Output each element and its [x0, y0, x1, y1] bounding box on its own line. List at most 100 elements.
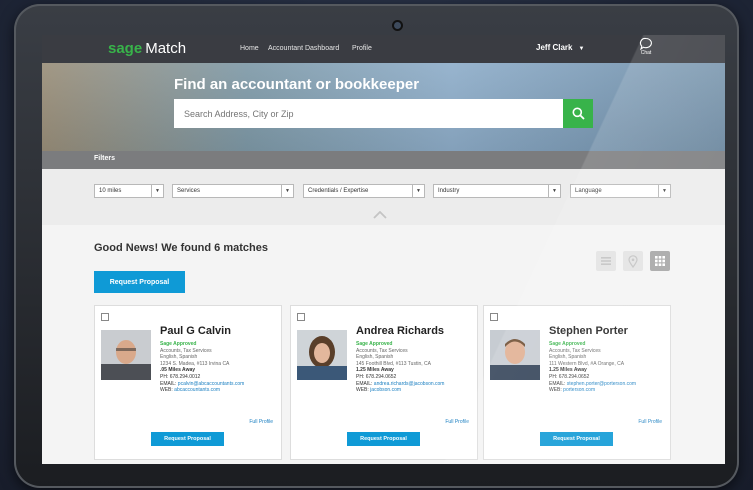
user-name: Jeff Clark	[536, 43, 573, 52]
card-request-proposal-button[interactable]: Request Proposal	[347, 432, 420, 446]
phone-label: PH:	[549, 373, 558, 380]
list-view-icon	[601, 257, 611, 265]
phone-label: PH:	[160, 373, 169, 380]
user-menu[interactable]: Jeff Clark ▼	[536, 43, 584, 52]
accountant-card: Andrea Richards Sage Approved Accounts, …	[290, 305, 478, 460]
full-profile-link[interactable]: Full Profile	[445, 419, 469, 425]
web-label: WEB:	[356, 387, 369, 394]
credentials-select[interactable]: Credentials / Expertise ▼	[303, 184, 425, 198]
languages: English, Spanish	[356, 354, 394, 361]
logo[interactable]: sage Match	[108, 40, 186, 57]
address: 111 Western Blvd, #A Orange, CA	[549, 360, 625, 367]
web-link[interactable]: jacobson.com	[370, 387, 401, 393]
services-select-value: Services	[177, 188, 201, 194]
web-link[interactable]: abcaccountants.com	[174, 387, 220, 393]
approved-badge: Sage Approved	[356, 341, 393, 347]
map-pin-icon	[628, 254, 638, 268]
accountant-name: Paul G Calvin	[160, 325, 231, 337]
services: Accounts, Tax Services	[549, 347, 601, 354]
chevron-down-icon: ▼	[658, 185, 670, 197]
email-label: EMAIL:	[356, 380, 373, 387]
distance-select[interactable]: 10 miles ▼	[94, 184, 164, 198]
phone: 678.294.0652	[365, 373, 397, 380]
request-proposal-button[interactable]: Request Proposal	[94, 271, 185, 293]
results-section: Good News! We found 6 matches Request Pr…	[42, 225, 725, 464]
email-link[interactable]: pcalvin@abcaccountants.com	[178, 381, 245, 387]
address: 1234 S. Madea, #113 Irvina CA	[160, 360, 230, 367]
language-select-value: Language	[575, 188, 602, 194]
filters-bar: Filters	[42, 151, 725, 169]
search-button[interactable]	[563, 99, 593, 128]
phone: 678.294.0652	[558, 373, 590, 380]
phone-label: PH:	[356, 373, 365, 380]
screen: sage Match Home Accountant Dashboard Prof…	[42, 35, 725, 464]
list-view-button[interactable]	[596, 251, 616, 271]
search-icon	[572, 107, 585, 120]
filters-label: Filters	[94, 155, 116, 162]
industry-select-value: Industry	[438, 188, 460, 194]
nav-link-home[interactable]: Home	[240, 45, 259, 52]
chat-label: Chat	[640, 50, 652, 56]
results-title: Good News! We found 6 matches	[94, 242, 268, 254]
hero-title: Find an accountant or bookkeeper	[174, 76, 420, 93]
chevron-down-icon: ▼	[412, 185, 424, 197]
credentials-select-value: Credentials / Expertise	[308, 188, 369, 194]
approved-badge: Sage Approved	[549, 341, 586, 347]
map-view-button[interactable]	[623, 251, 643, 271]
accountant-info: Sage Approved Accounts, Tax Services Eng…	[356, 341, 444, 394]
grid-view-button[interactable]	[650, 251, 670, 271]
chat-bubble-icon	[639, 37, 652, 51]
chevron-down-icon: ▼	[548, 185, 560, 197]
web-label: WEB:	[160, 387, 173, 394]
avatar	[490, 330, 540, 380]
logo-match: Match	[145, 40, 187, 57]
caret-down-icon: ▼	[578, 46, 585, 52]
chat-button[interactable]: Chat	[636, 37, 656, 56]
accountant-card: Paul G Calvin Sage Approved Accounts, Ta…	[94, 305, 282, 460]
languages: English, Spanish	[160, 354, 198, 361]
accountant-card: Stephen Porter Sage Approved Accounts, T…	[483, 305, 671, 460]
distance: 1.25 Miles Away	[549, 367, 587, 374]
logo-sage: sage	[108, 40, 143, 57]
services-select[interactable]: Services ▼	[172, 184, 294, 198]
web-label: WEB:	[549, 387, 562, 394]
services: Accounts, Tax Services	[356, 347, 408, 354]
nav-link-accountant-dashboard[interactable]: Accountant Dashboard	[268, 45, 339, 52]
email-label: EMAIL:	[549, 380, 566, 387]
full-profile-link[interactable]: Full Profile	[249, 419, 273, 425]
distance: 1.25 Miles Away	[356, 367, 394, 374]
full-profile-link[interactable]: Full Profile	[638, 419, 662, 425]
accountant-info: Sage Approved Accounts, Tax Services Eng…	[549, 341, 636, 394]
approved-badge: Sage Approved	[160, 341, 197, 347]
select-checkbox[interactable]	[297, 313, 305, 321]
industry-select[interactable]: Industry ▼	[433, 184, 561, 198]
address: 145 Foothill Blvd, #113 Tustin, CA	[356, 360, 431, 367]
services: Accounts, Tax Services	[160, 347, 212, 354]
select-checkbox[interactable]	[490, 313, 498, 321]
distance-select-value: 10 miles	[99, 188, 122, 194]
email-link[interactable]: stephen.porter@porterson.com	[567, 381, 636, 387]
search-input[interactable]	[174, 99, 563, 128]
chevron-up-icon[interactable]	[373, 211, 387, 219]
avatar	[101, 330, 151, 380]
email-label: EMAIL:	[160, 380, 177, 387]
card-request-proposal-button[interactable]: Request Proposal	[540, 432, 613, 446]
hero-banner: Find an accountant or bookkeeper	[42, 63, 725, 151]
card-request-proposal-button[interactable]: Request Proposal	[151, 432, 224, 446]
filter-area: 10 miles ▼ Services ▼ Credentials / Expe…	[42, 169, 725, 225]
web-link[interactable]: porterson.com	[563, 387, 595, 393]
top-nav: sage Match Home Accountant Dashboard Prof…	[42, 35, 725, 63]
accountant-name: Stephen Porter	[549, 325, 628, 337]
chevron-down-icon: ▼	[281, 185, 293, 197]
camera-icon	[394, 22, 401, 29]
grid-view-icon	[655, 256, 665, 266]
phone: 678.294.0012	[169, 373, 201, 380]
chevron-down-icon: ▼	[151, 185, 163, 197]
email-link[interactable]: andrea.richards@jacobson.com	[374, 381, 445, 387]
accountant-name: Andrea Richards	[356, 325, 445, 337]
language-select[interactable]: Language ▼	[570, 184, 671, 198]
select-checkbox[interactable]	[101, 313, 109, 321]
distance: .05 Miles Away	[160, 367, 196, 374]
nav-link-profile[interactable]: Profile	[352, 45, 372, 52]
accountant-info: Sage Approved Accounts, Tax Services Eng…	[160, 341, 244, 394]
